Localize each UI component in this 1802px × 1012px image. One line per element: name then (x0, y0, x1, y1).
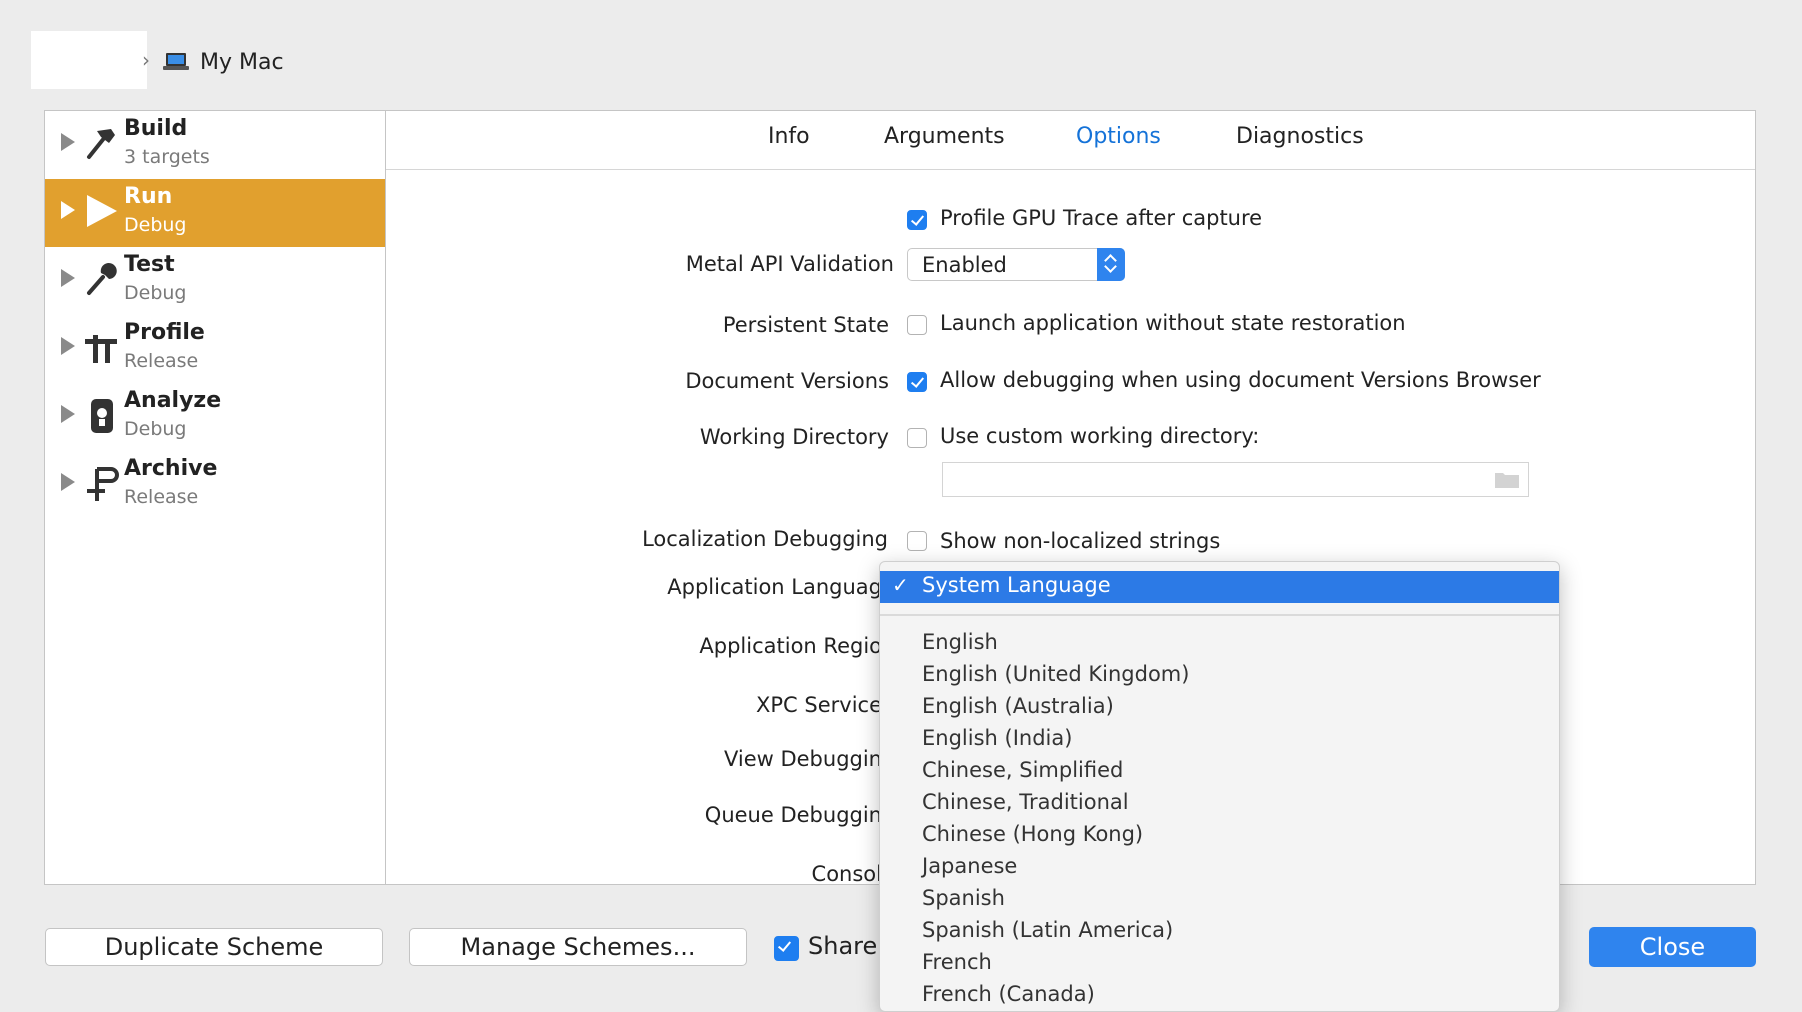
persistent-state-label: Persistent State (722, 313, 889, 337)
sidebar-item-run[interactable]: Run Debug (45, 179, 385, 247)
disclosure-triangle-icon[interactable] (61, 269, 75, 287)
menu-item-language[interactable]: Spanish (922, 886, 1005, 910)
menu-item-language[interactable]: English (Australia) (922, 694, 1114, 718)
mac-laptop-icon (163, 53, 189, 70)
sidebar-item-test[interactable]: Test Debug (45, 247, 385, 315)
chevron-updown-icon (1097, 248, 1125, 281)
console-label: Consol (811, 862, 882, 886)
sidebar-item-subtitle: Release (124, 350, 199, 372)
document-versions-cb-label: Allow debugging when using document Vers… (940, 368, 1541, 392)
menu-item-language[interactable]: Japanese (922, 854, 1017, 878)
sidebar-item-title: Test (124, 252, 175, 277)
application-region-label: Application Regio (699, 634, 882, 658)
menu-separator (880, 614, 1559, 616)
tab-diagnostics[interactable]: Diagnostics (1236, 124, 1364, 149)
sidebar-item-analyze[interactable]: Analyze Debug (45, 383, 385, 451)
sidebar-item-title: Run (124, 184, 173, 209)
duplicate-scheme-button[interactable]: Duplicate Scheme (45, 928, 383, 966)
application-language-menu: ✓ System Language English English (Unite… (879, 561, 1560, 1012)
metal-validation-select[interactable]: Enabled (907, 248, 1125, 281)
xpc-services-label: XPC Service (756, 693, 882, 717)
menu-item-label: System Language (922, 573, 1111, 597)
sidebar-item-subtitle: Release (124, 486, 199, 508)
analyze-icon (91, 399, 113, 433)
checkmark-icon: ✓ (892, 573, 909, 597)
menu-item-language[interactable]: English (India) (922, 726, 1072, 750)
document-versions-label: Document Versions (685, 369, 889, 393)
manage-schemes-button[interactable]: Manage Schemes... (409, 928, 747, 966)
menu-item-language[interactable]: English (United Kingdom) (922, 662, 1189, 686)
menu-item-language[interactable]: French (922, 950, 992, 974)
document-versions-checkbox[interactable] (907, 372, 927, 392)
working-directory-checkbox[interactable] (907, 428, 927, 448)
shared-label: Share (808, 932, 878, 960)
persistent-state-checkbox[interactable] (907, 315, 927, 335)
disclosure-triangle-icon[interactable] (61, 133, 75, 151)
sidebar-item-title: Archive (124, 456, 218, 481)
sidebar-item-subtitle: 3 targets (124, 146, 210, 168)
menu-item-system-language[interactable]: ✓ System Language (880, 571, 1559, 603)
tab-info[interactable]: Info (768, 124, 810, 149)
shared-checkbox[interactable] (774, 936, 799, 961)
menu-item-language[interactable]: English (922, 630, 998, 654)
localization-debugging-checkbox[interactable] (907, 531, 927, 551)
disclosure-triangle-icon[interactable] (61, 473, 75, 491)
gpu-trace-checkbox[interactable] (907, 210, 927, 230)
menu-item-language[interactable]: Chinese, Simplified (922, 758, 1123, 782)
tab-options[interactable]: Options (1076, 124, 1161, 149)
application-language-label: Application Languag (667, 575, 882, 599)
menu-item-language[interactable]: Spanish (Latin America) (922, 918, 1173, 942)
close-button[interactable]: Close (1589, 927, 1756, 967)
menu-item-language[interactable]: Chinese, Traditional (922, 790, 1129, 814)
gpu-trace-label: Profile GPU Trace after capture (940, 206, 1263, 230)
sidebar-item-subtitle: Debug (124, 214, 187, 236)
persistent-state-cb-label: Launch application without state restora… (940, 311, 1406, 335)
scheme-selector-blank[interactable] (31, 31, 147, 89)
scheme-actions-sidebar: Build 3 targets Run Debug Test Debug Pro… (45, 111, 386, 884)
tab-bar: Info Arguments Options Diagnostics (386, 111, 1755, 170)
localization-debugging-label: Localization Debugging (642, 527, 888, 551)
metal-validation-value: Enabled (922, 253, 1007, 277)
folder-icon[interactable] (1494, 470, 1520, 489)
menu-item-language[interactable]: Chinese (Hong Kong) (922, 822, 1143, 846)
archive-icon (87, 467, 119, 501)
working-directory-label: Working Directory (699, 425, 889, 449)
queue-debugging-label: Queue Debuggin (704, 803, 882, 827)
disclosure-triangle-icon[interactable] (61, 405, 75, 423)
metal-validation-label: Metal API Validation (685, 252, 894, 276)
sidebar-item-title: Profile (124, 320, 205, 345)
destination-label[interactable]: My Mac (200, 50, 284, 75)
sidebar-item-title: Build (124, 116, 188, 141)
disclosure-triangle-icon[interactable] (61, 337, 75, 355)
working-directory-cb-label: Use custom working directory: (940, 424, 1260, 448)
sidebar-item-subtitle: Debug (124, 418, 187, 440)
play-icon (87, 195, 117, 227)
view-debugging-label: View Debuggin (723, 747, 882, 771)
sidebar-item-title: Analyze (124, 388, 222, 413)
sidebar-item-profile[interactable]: Profile Release (45, 315, 385, 383)
hammer-icon (87, 129, 115, 159)
sidebar-item-archive[interactable]: Archive Release (45, 451, 385, 519)
instruments-icon (85, 335, 117, 363)
breadcrumb-chevron-icon: › (142, 48, 150, 72)
sidebar-item-build[interactable]: Build 3 targets (45, 111, 385, 179)
disclosure-triangle-icon[interactable] (61, 201, 75, 219)
localization-debugging-cb-label: Show non-localized strings (940, 529, 1221, 553)
sidebar-item-subtitle: Debug (124, 282, 187, 304)
wrench-icon (87, 263, 117, 295)
working-directory-field[interactable] (942, 462, 1529, 497)
tab-arguments[interactable]: Arguments (884, 124, 1005, 149)
menu-item-language[interactable]: French (Canada) (922, 982, 1095, 1006)
